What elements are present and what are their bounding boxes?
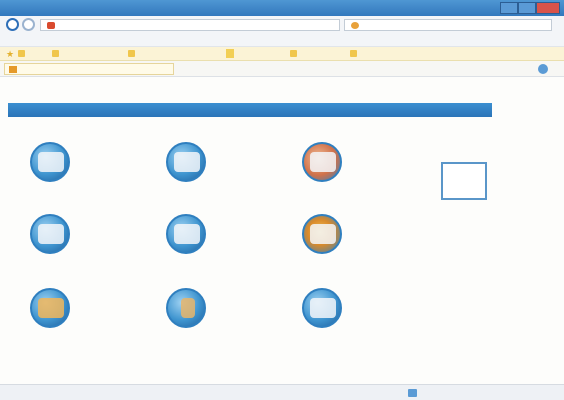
menu-item[interactable] <box>8 37 24 45</box>
status-bar <box>0 384 564 400</box>
category-label[interactable] <box>342 288 438 298</box>
help-icon[interactable] <box>538 64 548 74</box>
url-field[interactable] <box>40 19 340 31</box>
maximize-button[interactable] <box>518 2 536 14</box>
category-icon <box>166 288 206 328</box>
category-icon <box>166 142 206 182</box>
category-tile[interactable] <box>30 288 166 354</box>
category-picture <box>38 224 64 244</box>
security-zone-icon <box>408 389 417 397</box>
tab-icon <box>9 66 17 73</box>
category-picture <box>181 298 195 318</box>
category-tile[interactable] <box>166 142 302 208</box>
favorites-item[interactable] <box>350 49 386 59</box>
close-button[interactable] <box>536 2 560 14</box>
page-heading <box>8 87 208 99</box>
print-button[interactable] <box>436 65 452 73</box>
favorites-item-icon <box>350 50 357 57</box>
category-picture <box>310 224 336 244</box>
search-input[interactable] <box>344 19 552 31</box>
minimize-button[interactable] <box>500 2 518 14</box>
category-label[interactable] <box>342 142 438 152</box>
category-tile[interactable] <box>30 142 166 208</box>
category-picture <box>174 224 200 244</box>
category-icon <box>302 288 342 328</box>
category-tile[interactable] <box>166 288 302 354</box>
command-bar <box>0 61 564 77</box>
category-icon <box>302 214 342 254</box>
category-tile[interactable] <box>302 288 438 354</box>
menu-item[interactable] <box>30 37 46 45</box>
favorites-item-icon <box>128 50 135 57</box>
search-icon <box>351 22 359 29</box>
favorites-item[interactable] <box>392 49 432 59</box>
category-icon <box>30 142 70 182</box>
site-icon <box>47 22 55 29</box>
address-bar <box>0 16 564 34</box>
window-title <box>22 3 262 13</box>
category-icon <box>30 288 70 328</box>
category-tile[interactable] <box>30 214 166 280</box>
favorites-item-icon <box>18 50 25 57</box>
favorites-item[interactable] <box>128 49 218 59</box>
category-label[interactable] <box>70 214 166 224</box>
category-tile[interactable] <box>302 214 438 280</box>
category-label[interactable] <box>206 142 302 152</box>
safety-menu-button[interactable] <box>484 65 506 73</box>
category-icon <box>302 142 342 182</box>
favorites-star-icon[interactable]: ★ <box>6 49 14 59</box>
favorites-item-icon <box>290 50 297 57</box>
category-picture <box>38 152 64 172</box>
category-label[interactable] <box>70 288 166 298</box>
favorites-item[interactable] <box>52 49 122 59</box>
active-tab[interactable] <box>4 63 174 75</box>
menu-item[interactable] <box>104 37 120 45</box>
menu-item[interactable] <box>124 37 140 45</box>
category-picture <box>310 298 336 318</box>
favorites-item-icon[interactable] <box>226 49 234 58</box>
window-title-bar <box>0 0 564 16</box>
category-picture <box>174 152 200 172</box>
page-menu-button[interactable] <box>458 65 476 73</box>
category-label[interactable] <box>342 214 438 224</box>
favorites-bar: ★ <box>0 47 564 61</box>
category-label[interactable] <box>206 288 302 298</box>
category-tile[interactable] <box>166 214 302 280</box>
favorites-item[interactable] <box>290 49 346 59</box>
category-label[interactable] <box>206 214 302 224</box>
category-tile[interactable] <box>302 142 438 208</box>
category-icon <box>166 214 206 254</box>
category-picture <box>310 152 336 172</box>
back-button[interactable] <box>6 18 19 31</box>
section-header-bar <box>8 103 492 117</box>
info-box[interactable] <box>441 162 487 200</box>
menu-item[interactable] <box>78 37 102 45</box>
favorites-item-icon <box>52 50 59 57</box>
home-button[interactable] <box>374 65 390 73</box>
feeds-button[interactable] <box>394 65 410 73</box>
category-label[interactable] <box>70 142 166 152</box>
category-picture <box>38 298 64 318</box>
forward-button[interactable] <box>22 18 35 31</box>
favorites-item[interactable] <box>18 49 48 59</box>
menu-bar <box>0 34 564 47</box>
category-icon <box>30 214 70 254</box>
tools-menu-button[interactable] <box>512 65 530 73</box>
menu-item[interactable] <box>52 37 68 45</box>
